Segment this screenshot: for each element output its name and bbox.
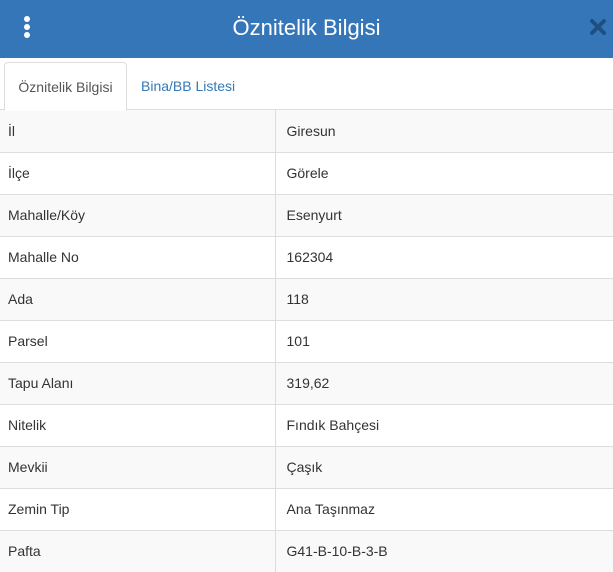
table-row: Nitelik Fındık Bahçesi [0, 403, 613, 446]
table-row: Tapu Alanı 319,62 [0, 361, 613, 404]
table-row: Mahalle No 162304 [0, 235, 613, 278]
table-row: Pafta G41-B-10-B-3-B [0, 529, 613, 572]
attribute-value: 162304 [275, 235, 613, 278]
attribute-value: Ana Taşınmaz [275, 487, 613, 530]
table-row: Mahalle/Köy Esenyurt [0, 193, 613, 236]
table-row: Parsel 101 [0, 319, 613, 362]
dialog-title: Öznitelik Bilgisi [232, 15, 381, 40]
attribute-table: İl Giresun İlçe Görele Mahalle/Köy Eseny… [0, 110, 613, 572]
table-row: Mevkii Çaşık [0, 445, 613, 488]
attribute-key: Mahalle No [0, 235, 276, 278]
attribute-key: Mevkii [0, 445, 276, 488]
attribute-value: Çaşık [275, 445, 613, 488]
attribute-value: 118 [275, 277, 613, 320]
attribute-value: Görele [275, 151, 613, 194]
table-row: Zemin Tip Ana Taşınmaz [0, 487, 613, 530]
attribute-value: 319,62 [275, 361, 613, 404]
tab-building-list[interactable]: Bina/BB Listesi [141, 62, 235, 110]
attribute-value: Giresun [275, 110, 613, 152]
tab-bar: Öznitelik Bilgisi Bina/BB Listesi [0, 58, 613, 111]
attribute-value: G41-B-10-B-3-B [275, 529, 613, 572]
table-row: İlçe Görele [0, 151, 613, 194]
close-x-icon [590, 19, 606, 35]
attribute-value: 101 [275, 319, 613, 362]
table-row: İl Giresun [0, 110, 613, 152]
attribute-value: Fındık Bahçesi [275, 403, 613, 446]
attribute-key: İl [0, 110, 276, 152]
attribute-key: Zemin Tip [0, 487, 276, 530]
table-row: Ada 118 [0, 277, 613, 320]
attribute-key: Pafta [0, 529, 276, 572]
attribute-key: Tapu Alanı [0, 361, 276, 404]
tab-attribute-info[interactable]: Öznitelik Bilgisi [4, 62, 127, 111]
attribute-value: Esenyurt [275, 193, 613, 236]
attribute-key: Mahalle/Köy [0, 193, 276, 236]
close-icon[interactable] [589, 18, 607, 36]
attribute-key: Ada [0, 277, 276, 320]
dialog-header: Öznitelik Bilgisi [0, 0, 613, 58]
attribute-key: İlçe [0, 151, 276, 194]
attribute-key: Nitelik [0, 403, 276, 446]
attribute-key: Parsel [0, 319, 276, 362]
